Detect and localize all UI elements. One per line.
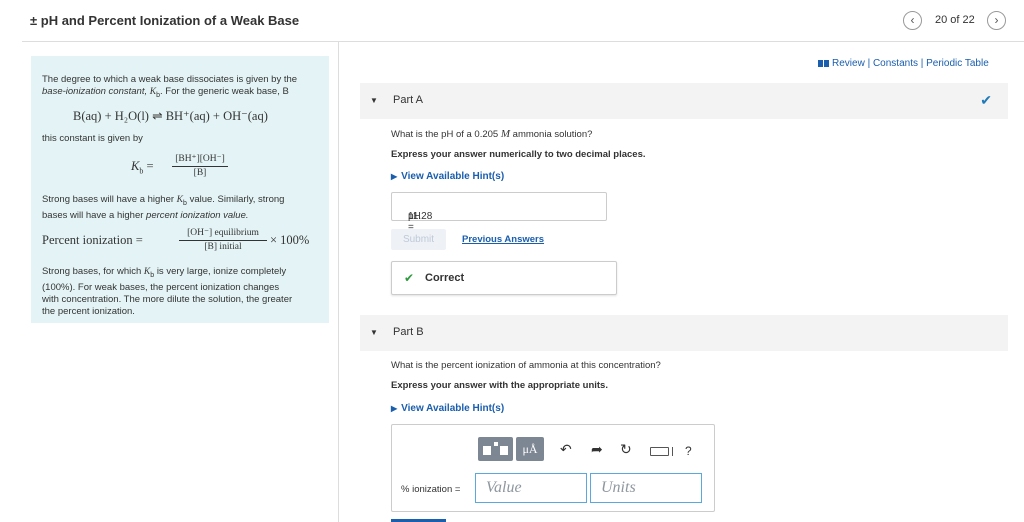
- caret-right-icon: ▶: [391, 172, 398, 181]
- percent-ionization-fraction-bar: [179, 240, 267, 241]
- reset-icon[interactable]: ↻: [620, 441, 632, 458]
- part-a-instruction: Express your answer numerically to two d…: [391, 149, 646, 160]
- page-title: ± pH and Percent Ionization of a Weak Ba…: [30, 13, 300, 28]
- part-b-instruction: Express your answer with the appropriate…: [391, 380, 608, 391]
- part-a-question: What is the pH of a 0.205 M ammonia solu…: [391, 128, 593, 140]
- part-a-label: Part A: [393, 94, 423, 106]
- correct-feedback: ✔ Correct: [391, 261, 617, 295]
- templates-button[interactable]: [478, 437, 513, 461]
- strong-bases-line-1: Strong bases will have a higher Kb value…: [42, 194, 285, 207]
- previous-problem-button[interactable]: ‹: [903, 11, 922, 30]
- part-b-hint-link[interactable]: ▶ View Available Hint(s): [391, 403, 504, 414]
- kb-lhs: Kb =: [131, 159, 154, 176]
- header-divider: [22, 41, 1024, 42]
- intro-text: The degree to which a weak base dissocia…: [42, 74, 324, 102]
- ionization-label: % ionization =: [401, 484, 461, 495]
- given-by-text: this constant is given by: [42, 133, 143, 144]
- intro-line-1: The degree to which a weak base dissocia…: [42, 74, 298, 85]
- part-b-label: Part B: [393, 326, 424, 338]
- part-a-header[interactable]: ▼ Part A ✔: [360, 83, 1008, 119]
- resource-links[interactable]: Review | Constants | Periodic Table: [818, 58, 989, 69]
- kb-numerator: [BH⁺][OH⁻]: [175, 154, 225, 164]
- strong-bases-line-2: bases will have a higher percent ionizat…: [42, 209, 249, 221]
- keyboard-divider: [672, 447, 673, 456]
- problem-counter: 20 of 22: [935, 14, 975, 26]
- undo-icon[interactable]: ↶: [560, 441, 572, 458]
- part-a-hint-link[interactable]: ▶ View Available Hint(s): [391, 171, 504, 182]
- kb-fraction-bar: [172, 166, 228, 167]
- book-icon: [818, 59, 829, 67]
- collapse-triangle-icon[interactable]: ▼: [370, 96, 378, 105]
- checkmark-icon: ✔: [980, 92, 992, 108]
- percent-ionization-denominator: [B] initial: [204, 242, 242, 252]
- previous-answers-link[interactable]: Previous Answers: [462, 234, 544, 245]
- next-problem-button[interactable]: ›: [987, 11, 1006, 30]
- part-b-question: What is the percent ionization of ammoni…: [391, 360, 661, 371]
- ionization-note: Strong bases, for which Kb is very large…: [42, 266, 326, 318]
- column-divider: [338, 42, 339, 522]
- header: ± pH and Percent Ionization of a Weak Ba…: [0, 0, 1024, 42]
- caret-right-icon: ▶: [391, 404, 398, 413]
- correct-label: Correct: [425, 272, 465, 284]
- help-button[interactable]: ?: [685, 444, 692, 458]
- ionization-note-line-2: (100%). For weak bases, the percent ioni…: [42, 281, 280, 293]
- intro-line-2: base-ionization constant, Kb. For the ge…: [42, 86, 289, 99]
- check-icon: ✔: [404, 271, 415, 285]
- part-b-header[interactable]: ▼ Part B: [360, 315, 1008, 351]
- units-input[interactable]: Units: [590, 473, 702, 503]
- info-panel: The degree to which a weak base dissocia…: [31, 56, 329, 323]
- resource-links-text[interactable]: Review | Constants | Periodic Table: [832, 58, 989, 69]
- reaction-equation: B(aq) + H₂O(l) ⇌ BH⁺(aq) + OH⁻(aq): [73, 109, 268, 123]
- strong-bases-text: Strong bases will have a higher Kb value…: [42, 194, 326, 222]
- keyboard-icon[interactable]: [650, 447, 669, 456]
- percent-ionization-lhs: Percent ionization =: [42, 233, 143, 247]
- ionization-note-line-1: Strong bases, for which Kb is very large…: [42, 266, 287, 279]
- chevron-right-icon: ›: [994, 13, 999, 27]
- percent-ionization-numerator: [OH⁻] equilibrium: [187, 228, 259, 238]
- units-button[interactable]: μÅ: [516, 437, 544, 461]
- percent-ionization-rhs: × 100%: [270, 233, 310, 247]
- ionization-note-line-3: with concentration. The more dilute the …: [42, 293, 293, 305]
- redo-icon[interactable]: ➦: [591, 441, 603, 458]
- value-input[interactable]: Value: [475, 473, 587, 503]
- ph-answer-field[interactable]: pH = 11.28: [391, 192, 607, 233]
- answer-editor: μÅ ↶ ➦ ↻ ? % ionization = Value Units: [391, 424, 715, 512]
- chevron-left-icon: ‹: [910, 13, 915, 27]
- submit-button[interactable]: Submit: [391, 229, 446, 250]
- collapse-triangle-icon[interactable]: ▼: [370, 328, 378, 337]
- ionization-note-line-4: the percent ionization.: [42, 305, 135, 317]
- kb-denominator: [B]: [193, 168, 207, 178]
